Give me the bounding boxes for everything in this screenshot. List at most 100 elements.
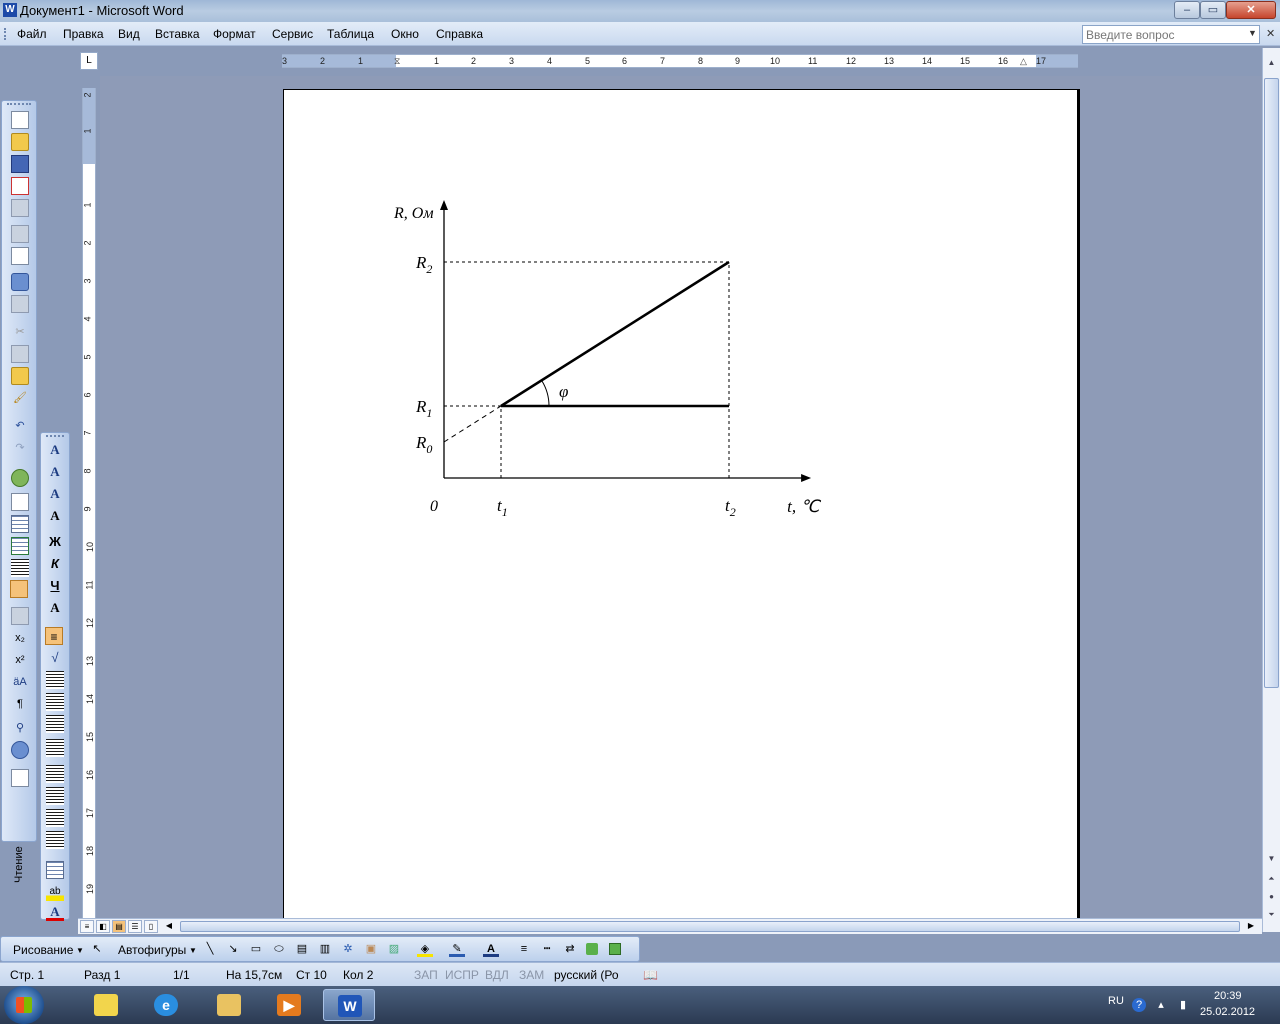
- horizontal-scrollbar[interactable]: ≡ ◧ ▤ ☰ ▯ ◀ ▶: [78, 918, 1262, 934]
- outline-view-icon[interactable]: ☰: [128, 920, 142, 933]
- undo-icon[interactable]: ↶: [11, 417, 29, 435]
- web-view-icon[interactable]: ◧: [96, 920, 110, 933]
- previous-page-icon[interactable]: ⏶: [1265, 874, 1278, 888]
- menu-help[interactable]: Справка: [436, 27, 483, 41]
- menu-insert[interactable]: Вставка: [155, 27, 200, 41]
- vertical-ruler[interactable]: 2 1 1 2 3 4 5 6 7 8 9 10 11 12 13 14 15 …: [82, 88, 96, 918]
- print-icon[interactable]: [11, 225, 29, 243]
- resistance-temperature-chart[interactable]: φ R, Ом t, ℃ 0 R2 R1 R0 t1 t2: [384, 190, 944, 550]
- superscript-icon[interactable]: x²: [11, 651, 29, 669]
- decrease-indent-icon[interactable]: [46, 809, 64, 827]
- drawing-menu-button[interactable]: Рисование: [13, 943, 73, 957]
- horizontal-scroll-thumb[interactable]: [180, 921, 1240, 932]
- drawing-icon[interactable]: [10, 580, 28, 598]
- email-icon[interactable]: [11, 199, 29, 217]
- align-left-icon[interactable]: ≡: [45, 627, 63, 645]
- autoshapes-button[interactable]: Автофигуры: [118, 943, 186, 957]
- borders-icon[interactable]: [46, 861, 64, 879]
- character-scale-icon[interactable]: A: [46, 599, 64, 617]
- italic-icon[interactable]: К: [46, 555, 64, 573]
- drawing-dropdown-icon[interactable]: ▼: [76, 946, 84, 955]
- status-overtype[interactable]: ЗАМ: [519, 968, 544, 982]
- justify-icon[interactable]: [46, 715, 64, 733]
- media-player-icon[interactable]: ▶: [263, 989, 315, 1021]
- help-search-input[interactable]: Введите вопрос: [1082, 25, 1260, 44]
- help-dropdown-icon[interactable]: ▼: [1248, 28, 1257, 38]
- scroll-down-icon[interactable]: ▼: [1265, 854, 1278, 868]
- bold-icon[interactable]: Ж: [46, 533, 64, 551]
- close-button[interactable]: ✕: [1226, 1, 1276, 19]
- word-app-icon[interactable]: W: [3, 3, 17, 17]
- document-map-icon[interactable]: [11, 607, 29, 625]
- research-icon[interactable]: [11, 295, 29, 313]
- arrow-icon[interactable]: ↘: [225, 941, 241, 957]
- format-painter-icon[interactable]: 🖌: [11, 389, 29, 407]
- spelling-status-icon[interactable]: 📖: [643, 968, 658, 982]
- arrow-style-icon[interactable]: ⇄: [562, 941, 578, 957]
- document-close-icon[interactable]: ✕: [1266, 27, 1275, 40]
- rectangle-icon[interactable]: ▭: [248, 941, 264, 957]
- line-icon[interactable]: ╲: [202, 941, 218, 957]
- toolbar-grip[interactable]: [46, 435, 64, 438]
- vertical-textbox-icon[interactable]: ▥: [317, 941, 333, 957]
- numbering-icon[interactable]: [46, 765, 64, 783]
- highlight-icon[interactable]: ab: [46, 883, 64, 901]
- internet-explorer-icon[interactable]: e: [140, 989, 192, 1021]
- select-pointer-icon[interactable]: ↖: [89, 941, 105, 957]
- autoshapes-dropdown-icon[interactable]: ▼: [189, 946, 197, 955]
- menu-window[interactable]: Окно: [391, 27, 419, 41]
- open-folder-icon[interactable]: [11, 133, 29, 151]
- next-page-icon[interactable]: ⏷: [1265, 910, 1278, 924]
- document-page[interactable]: φ R, Ом t, ℃ 0 R2 R1 R0 t1 t2: [283, 89, 1080, 918]
- word-taskbar-button[interactable]: W: [323, 989, 375, 1021]
- redo-icon[interactable]: ↷: [11, 439, 29, 457]
- vertical-scrollbar[interactable]: ▲ ▼ ⏶ ● ⏷: [1262, 48, 1280, 932]
- change-case-icon[interactable]: äA: [11, 673, 29, 691]
- save-icon[interactable]: [11, 155, 29, 173]
- minimize-button[interactable]: ‒: [1174, 1, 1200, 19]
- subscript-icon[interactable]: x₂: [11, 629, 29, 647]
- align-right-icon[interactable]: [46, 693, 64, 711]
- line-color-icon[interactable]: ✎: [449, 941, 465, 957]
- tables-borders-icon[interactable]: [11, 493, 29, 511]
- start-button[interactable]: [4, 986, 44, 1024]
- toolbar-grip[interactable]: [7, 103, 31, 106]
- network-icon[interactable]: ▮: [1176, 998, 1190, 1012]
- font-dialog-icon[interactable]: A: [46, 507, 64, 525]
- fill-color-icon[interactable]: ◈: [417, 941, 433, 957]
- clock-date[interactable]: 25.02.2012: [1200, 1006, 1255, 1018]
- equation-icon[interactable]: √: [46, 649, 64, 667]
- new-document-icon[interactable]: [11, 111, 29, 129]
- clock-time[interactable]: 20:39: [1214, 990, 1242, 1002]
- style-icon[interactable]: A: [46, 441, 64, 459]
- scroll-up-icon[interactable]: ▲: [1265, 58, 1278, 72]
- paste-icon[interactable]: [11, 367, 29, 385]
- print-preview-icon[interactable]: [11, 247, 29, 265]
- status-language[interactable]: русский (Ро: [554, 968, 619, 982]
- textbox-icon[interactable]: ▤: [294, 941, 310, 957]
- font-color-draw-icon[interactable]: A: [483, 941, 499, 957]
- dash-style-icon[interactable]: ┅: [539, 941, 555, 957]
- permission-icon[interactable]: [11, 177, 29, 195]
- language-indicator[interactable]: RU: [1108, 995, 1124, 1007]
- file-explorer-icon[interactable]: [203, 989, 255, 1021]
- menu-table[interactable]: Таблица: [327, 27, 374, 41]
- line-style-icon[interactable]: ≡: [516, 941, 532, 957]
- font-size-icon[interactable]: A: [46, 485, 64, 503]
- right-indent-marker-icon[interactable]: △: [1020, 55, 1027, 68]
- menu-tools[interactable]: Сервис: [272, 27, 313, 41]
- menu-file[interactable]: Файл: [17, 27, 47, 41]
- indent-marker-icon[interactable]: ⧖: [394, 55, 400, 68]
- columns-icon[interactable]: [11, 559, 29, 577]
- font-color-icon[interactable]: A: [46, 903, 64, 921]
- scroll-left-icon[interactable]: ◀: [162, 920, 176, 933]
- explorer-notes-icon[interactable]: [80, 989, 132, 1021]
- menu-format[interactable]: Формат: [213, 27, 256, 41]
- menu-grip[interactable]: [4, 28, 7, 40]
- font-icon[interactable]: A: [46, 463, 64, 481]
- status-extend[interactable]: ВДЛ: [485, 968, 509, 982]
- insert-excel-icon[interactable]: [11, 537, 29, 555]
- zoom-icon[interactable]: ⚲: [11, 719, 29, 737]
- vertical-scroll-thumb[interactable]: [1264, 78, 1279, 688]
- line-spacing-icon[interactable]: [46, 739, 64, 757]
